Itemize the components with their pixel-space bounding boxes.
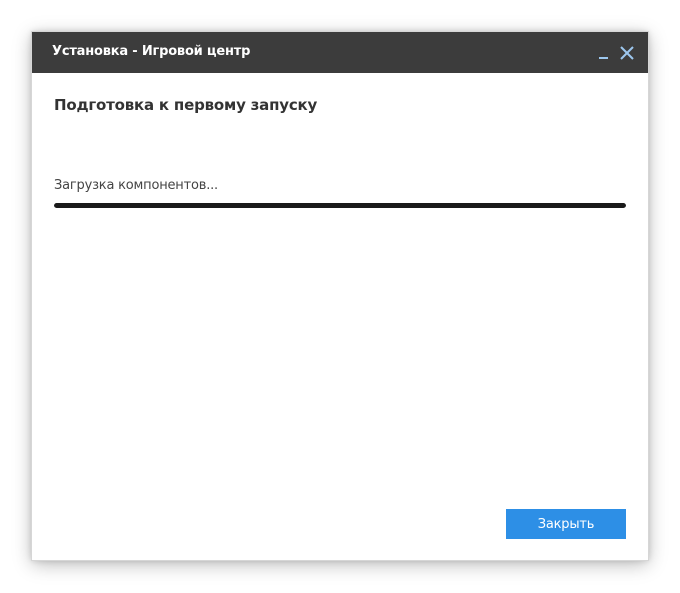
desktop-background: Установка - Игровой центр Подготовка к п… [0,0,680,593]
close-window-button[interactable] [617,43,637,63]
installer-window: Установка - Игровой центр Подготовка к п… [32,32,648,560]
minimize-button[interactable] [594,43,614,63]
progress-bar-fill [54,203,626,208]
title-bar[interactable]: Установка - Игровой центр [32,32,648,73]
progress-bar [54,203,626,208]
page-heading: Подготовка к первому запуску [54,96,318,114]
status-text: Загрузка компонентов... [54,178,218,193]
window-title: Установка - Игровой центр [52,44,251,59]
close-button[interactable]: Закрыть [506,509,626,539]
close-icon [620,46,634,60]
minimize-icon [599,57,608,59]
